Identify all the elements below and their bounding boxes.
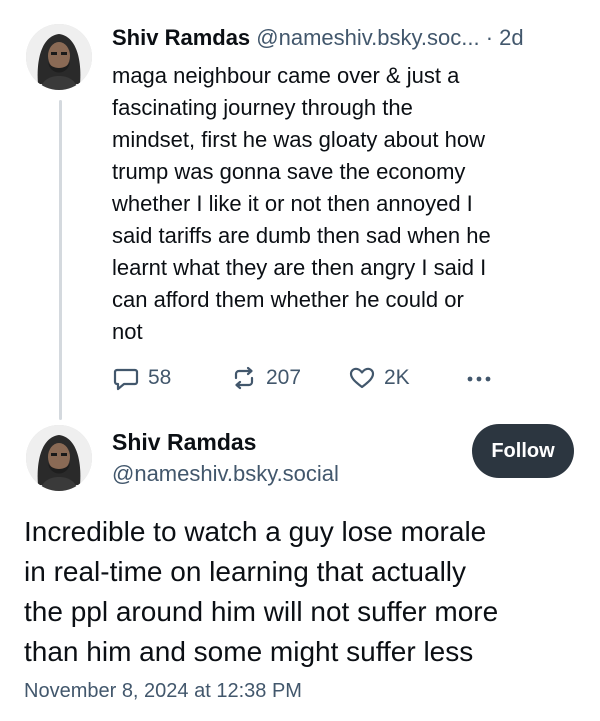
main-post-text: Incredible to watch a guy lose morale in… xyxy=(24,516,499,667)
repost-button[interactable]: 207 xyxy=(230,362,301,394)
avatar[interactable] xyxy=(26,425,92,491)
avatar[interactable] xyxy=(26,24,92,90)
post-timestamp[interactable]: November 8, 2024 at 12:38 PM xyxy=(24,680,302,703)
like-count: 2K xyxy=(384,366,410,389)
avatar-portrait-icon xyxy=(26,425,92,491)
reply-post-text: maga neighbour came over & just a fascin… xyxy=(112,63,491,344)
author-handle[interactable]: @nameshiv.bsky.soc... xyxy=(256,25,479,50)
separator-dot: · xyxy=(485,25,494,50)
heart-icon xyxy=(349,367,375,389)
author-handle[interactable]: @nameshiv.bsky.social xyxy=(112,459,339,489)
like-button[interactable]: 2K xyxy=(348,362,410,394)
more-options-button[interactable] xyxy=(464,362,494,394)
repost-arrows-icon xyxy=(234,366,254,390)
thread-line xyxy=(59,100,62,420)
reply-button[interactable]: 58 xyxy=(112,362,171,394)
author-name[interactable]: Shiv Ramdas xyxy=(112,25,250,50)
speech-bubble-icon xyxy=(113,368,139,391)
ellipsis-icon xyxy=(467,376,491,382)
avatar-portrait-icon xyxy=(26,24,92,90)
post-actions: 58 207 2K xyxy=(112,362,512,394)
post-time[interactable]: 2d xyxy=(499,25,523,50)
repost-count: 207 xyxy=(266,366,302,389)
reply-post-header: Shiv Ramdas @nameshiv.bsky.soc... · 2d xyxy=(112,24,524,52)
author-name[interactable]: Shiv Ramdas xyxy=(112,427,256,457)
follow-button[interactable]: Follow xyxy=(472,424,574,478)
reply-count: 58 xyxy=(148,366,172,389)
